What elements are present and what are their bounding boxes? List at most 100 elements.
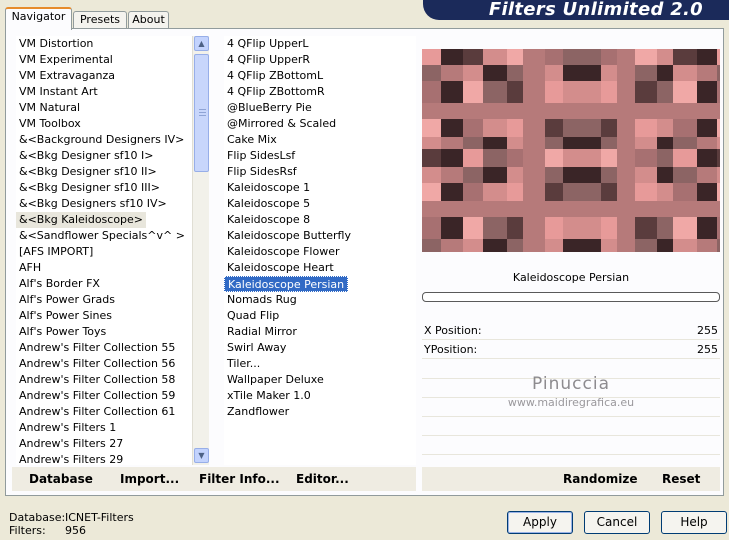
category-item[interactable]: Andrew's Filter Collection 55: [16, 340, 178, 356]
pattern-tile: [601, 201, 617, 217]
pattern-tile: [507, 103, 523, 119]
editor-button[interactable]: Editor...: [296, 467, 349, 491]
category-item[interactable]: AFH: [16, 260, 44, 276]
category-item[interactable]: Andrew's Filters 29: [16, 452, 126, 468]
category-item[interactable]: &<Sandflower Specials^v^ >: [16, 228, 188, 244]
tab-about[interactable]: About: [128, 11, 169, 29]
category-item[interactable]: VM Experimental: [16, 52, 116, 68]
pattern-tile: [483, 81, 507, 103]
category-item[interactable]: Alf's Border FX: [16, 276, 103, 292]
filter-list[interactable]: 4 QFlip UpperL 4 QFlip UpperR 4 QFlip ZBot…: [224, 36, 416, 465]
pattern-tile: [483, 49, 507, 65]
category-item[interactable]: Andrew's Filters 27: [16, 436, 126, 452]
filter-item[interactable]: Swirl Away: [224, 340, 289, 356]
filter-item[interactable]: Tiler...: [224, 356, 263, 372]
category-scrollbar[interactable]: ▲ ▼: [192, 36, 209, 465]
category-item[interactable]: &<Bkg Designer sf10 I>: [16, 148, 157, 164]
category-item[interactable]: &<Bkg Designers sf10 IV>: [16, 196, 170, 212]
filter-item[interactable]: Kaleidoscope Persian: [224, 276, 349, 292]
pattern-tile: [717, 81, 720, 103]
category-item[interactable]: VM Instant Art: [16, 84, 101, 100]
filter-info-button[interactable]: Filter Info...: [199, 467, 280, 491]
filter-item[interactable]: 4 QFlip UpperL: [224, 36, 312, 52]
category-item[interactable]: VM Extravaganza: [16, 68, 118, 84]
category-item[interactable]: VM Toolbox: [16, 116, 84, 132]
pattern-tile: [717, 137, 720, 149]
pattern-tile: [563, 137, 579, 149]
cancel-button[interactable]: Cancel: [584, 511, 650, 534]
pattern-tile: [422, 65, 441, 81]
filter-item[interactable]: Kaleidoscope Butterfly: [224, 228, 354, 244]
tab-navigator[interactable]: Navigator: [5, 7, 72, 30]
filter-item[interactable]: Flip SidesLsf: [224, 148, 298, 164]
category-item[interactable]: [AFS IMPORT]: [16, 244, 96, 260]
category-item[interactable]: Alf's Power Toys: [16, 324, 109, 340]
scroll-down-icon[interactable]: ▼: [194, 448, 209, 463]
scroll-thumb[interactable]: [194, 54, 209, 172]
pattern-tile: [717, 149, 720, 167]
help-button[interactable]: Help: [661, 511, 727, 534]
filter-item[interactable]: Radial Mirror: [224, 324, 300, 340]
filter-item[interactable]: 4 QFlip ZBottomL: [224, 68, 326, 84]
filter-item[interactable]: Kaleidoscope 8: [224, 212, 313, 228]
import-button[interactable]: Import...: [120, 467, 179, 491]
filter-item[interactable]: Wallpaper Deluxe: [224, 372, 327, 388]
reset-button[interactable]: Reset: [662, 467, 700, 491]
category-item[interactable]: &<Background Designers IV>: [16, 132, 187, 148]
filter-item[interactable]: @Mirrored & Scaled: [224, 116, 339, 132]
pattern-tile: [657, 217, 673, 239]
category-item[interactable]: VM Natural: [16, 100, 83, 116]
filter-item[interactable]: Kaleidoscope Flower: [224, 244, 343, 260]
category-item[interactable]: Andrew's Filter Collection 59: [16, 388, 178, 404]
filter-item[interactable]: Cake Mix: [224, 132, 280, 148]
filter-item[interactable]: Nomads Rug: [224, 292, 300, 308]
pattern-tile: [441, 81, 463, 103]
randomize-button[interactable]: Randomize: [563, 467, 637, 491]
pattern-tile: [563, 119, 579, 137]
filter-item[interactable]: Flip SidesRsf: [224, 164, 300, 180]
filter-item[interactable]: Quad Flip: [224, 308, 282, 324]
database-label: Database:: [9, 511, 66, 524]
filter-item[interactable]: Kaleidoscope Heart: [224, 260, 337, 276]
pattern-tile: [579, 103, 601, 119]
pattern-tile: [635, 49, 657, 65]
filter-item[interactable]: Kaleidoscope 1: [224, 180, 313, 196]
pattern-tile: [463, 167, 483, 183]
pattern-tile: [601, 183, 617, 201]
category-item[interactable]: &<Bkg Designer sf10 II>: [16, 164, 160, 180]
filter-item[interactable]: 4 QFlip ZBottomR: [224, 84, 328, 100]
pattern-tile: [673, 183, 697, 201]
param-slot-divider: [422, 454, 720, 455]
filter-item[interactable]: @BlueBerry Pie: [224, 100, 315, 116]
category-item[interactable]: &<Bkg Designer sf10 III>: [16, 180, 163, 196]
apply-button[interactable]: Apply: [507, 511, 573, 534]
pattern-tile: [463, 81, 483, 103]
title-banner: Filters Unlimited 2.0: [423, 0, 729, 20]
filter-item[interactable]: 4 QFlip UpperR: [224, 52, 313, 68]
category-list[interactable]: VM Distortion VM Experimental VM Extravaga…: [16, 36, 192, 468]
pattern-tile: [657, 119, 673, 137]
param-x-position[interactable]: X Position: 255: [422, 322, 720, 340]
pattern-tile: [545, 239, 563, 252]
category-item[interactable]: Alf's Power Grads: [16, 292, 118, 308]
filter-item[interactable]: xTile Maker 1.0: [224, 388, 314, 404]
pattern-tile: [422, 103, 441, 119]
category-item[interactable]: VM Distortion: [16, 36, 96, 52]
tab-presets[interactable]: Presets: [73, 11, 127, 29]
filter-item[interactable]: Kaleidoscope 5: [224, 196, 313, 212]
pattern-tile: [563, 239, 579, 252]
pattern-tile: [463, 65, 483, 81]
pattern-tile: [463, 103, 483, 119]
category-item[interactable]: &<Bkg Kaleidoscope>: [16, 212, 147, 228]
category-item[interactable]: Andrew's Filters 1: [16, 420, 119, 436]
category-item[interactable]: Andrew's Filter Collection 56: [16, 356, 178, 372]
filter-item[interactable]: Zandflower: [224, 404, 292, 420]
category-item[interactable]: Andrew's Filter Collection 61: [16, 404, 178, 420]
scroll-up-icon[interactable]: ▲: [194, 36, 209, 51]
pattern-tile: [545, 183, 563, 201]
param-label: X Position:: [424, 324, 482, 337]
category-item[interactable]: Alf's Power Sines: [16, 308, 115, 324]
category-item[interactable]: Andrew's Filter Collection 58: [16, 372, 178, 388]
database-button[interactable]: Database: [29, 467, 93, 491]
param-y-position[interactable]: YPosition: 255: [422, 341, 720, 359]
